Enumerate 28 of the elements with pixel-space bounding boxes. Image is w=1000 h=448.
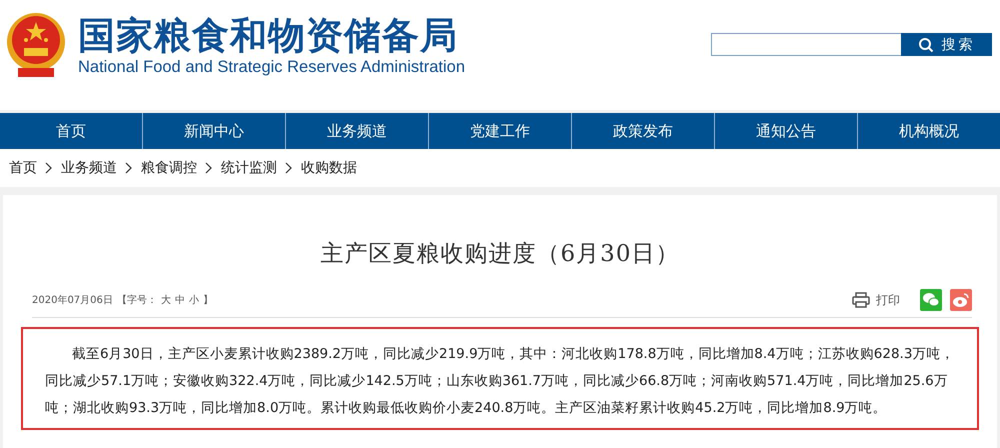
font-size-label: 【字号：	[116, 294, 157, 307]
search-field[interactable]	[711, 33, 901, 56]
breadcrumb-link[interactable]: 粮食调控	[141, 159, 197, 177]
search-icon	[918, 36, 934, 52]
breadcrumb-link[interactable]: 业务频道	[61, 159, 117, 177]
breadcrumb-link[interactable]: 统计监测	[221, 159, 277, 177]
emblem-icon	[4, 10, 68, 80]
chevron-icon	[285, 162, 293, 174]
breadcrumb-link[interactable]: 首页	[9, 159, 37, 177]
chevron-icon	[45, 162, 53, 174]
nav-item[interactable]: 首页	[0, 113, 142, 149]
search-button[interactable]: 搜索	[901, 33, 992, 56]
site-subtitle: National Food and Strategic Reserves Administration	[78, 57, 466, 77]
print-link[interactable]: 打印	[876, 292, 900, 308]
printer-icon[interactable]	[852, 292, 870, 308]
chevron-icon	[125, 162, 133, 174]
article-paragraph: 截至6月30日，主产区小麦累计收购2389.2万吨，同比减少219.9万吨，其中：河北收购178.8万吨，同比增加8.4万吨；江苏收购628.3万吨，同比减少57.1万吨；安徽收购322.4万吨，同比减少142.5万吨；山东收购361.7万吨，同比减少66.8万吨；河南收购571.4万吨，同比增加25.6万吨；湖北收购93.3万吨，同比增加8.0万吨。累计收购最低收购价小麦240.8万吨。主产区油菜籽累计收购45.2万吨，同比增加8.9万吨。	[45, 345, 956, 418]
publish-date: 2020年07月06日	[32, 294, 113, 307]
breadcrumb-link[interactable]: 收购数据	[301, 159, 357, 177]
chat-bubbles-icon[interactable]	[920, 289, 942, 311]
article-title: 主产区夏粮收购进度（6月30日）	[320, 240, 680, 269]
bracket-text: 】	[202, 294, 213, 307]
font-size-link[interactable]: 小	[188, 293, 199, 307]
font-size-link[interactable]: 大	[160, 293, 171, 307]
eye-logo-icon[interactable]	[950, 289, 972, 311]
font-size-link[interactable]: 中	[174, 293, 185, 307]
chevron-icon	[205, 162, 213, 174]
site-title: 国家粮食和物资储备局	[78, 13, 459, 57]
